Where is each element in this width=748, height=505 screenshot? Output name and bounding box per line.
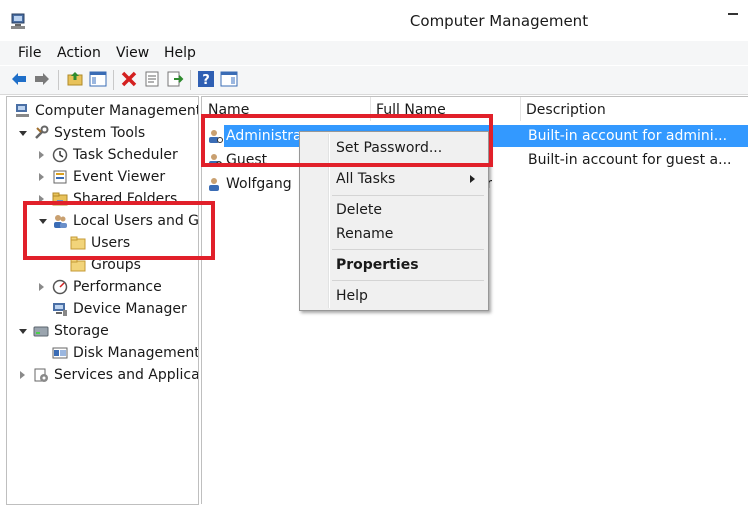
tree-item-task-scheduler[interactable]: Task Scheduler: [7, 145, 197, 167]
up-folder-icon[interactable]: [66, 70, 84, 88]
cell-description: Built-in account for admini...: [528, 128, 728, 144]
tree-label: Task Scheduler: [73, 147, 178, 163]
menu-action[interactable]: Action: [57, 45, 101, 61]
tree-label: Event Viewer: [73, 169, 166, 185]
tree-item-performance[interactable]: Performance: [7, 277, 197, 299]
services-icon: [34, 368, 48, 382]
title-bar: Computer Management: [0, 0, 748, 40]
menu-view[interactable]: View: [116, 45, 149, 61]
expand-arrow-icon[interactable]: [20, 371, 25, 379]
computer-management-icon: [16, 104, 29, 117]
show-hide-tree-icon[interactable]: [89, 70, 107, 88]
storage-icon: [33, 326, 49, 337]
menu-item-help[interactable]: Help: [302, 284, 486, 308]
disk-management-icon: [52, 347, 68, 359]
device-manager-icon: [53, 303, 67, 316]
menu-separator: [332, 195, 484, 196]
show-hide-action-pane-icon[interactable]: [220, 70, 238, 88]
tree-item-disk-management[interactable]: Disk Management: [7, 343, 199, 365]
column-header-description[interactable]: Description: [520, 97, 748, 121]
svg-text:?: ?: [202, 73, 210, 88]
submenu-arrow-icon: [470, 175, 475, 183]
console-tree[interactable]: Computer Management System Tools Task Sc…: [6, 96, 199, 505]
back-arrow-icon[interactable]: [10, 70, 28, 88]
user-icon: [209, 178, 219, 191]
menu-separator: [332, 249, 484, 250]
cell-description: Built-in account for guest a...: [528, 152, 732, 168]
menu-item-rename[interactable]: Rename: [302, 222, 486, 246]
minimize-icon: [728, 13, 738, 15]
menu-file[interactable]: File: [18, 45, 41, 61]
tree-item-storage[interactable]: Storage: [7, 321, 197, 343]
performance-icon: [52, 279, 68, 295]
highlight-box-set-password: [201, 114, 493, 167]
help-icon[interactable]: ?: [197, 70, 215, 88]
menu-help[interactable]: Help: [164, 45, 196, 61]
expand-arrow-icon[interactable]: [39, 283, 44, 291]
tree-label: Computer Management: [35, 103, 199, 119]
tree-label: Device Manager: [73, 301, 187, 317]
tree-label: System Tools: [54, 125, 146, 141]
clock-icon: [52, 147, 68, 163]
delete-icon[interactable]: [120, 70, 138, 88]
expand-arrow-icon[interactable]: [39, 151, 44, 159]
menu-item-all-tasks[interactable]: All Tasks: [302, 167, 486, 191]
properties-icon[interactable]: [143, 70, 161, 88]
tree-label: Performance: [73, 279, 162, 295]
tree-label: Disk Management: [73, 345, 199, 361]
toolbar: ?: [0, 66, 748, 95]
tools-icon: [35, 125, 49, 139]
tree-item-system-tools[interactable]: System Tools: [7, 123, 197, 145]
tree-label: Storage: [54, 323, 109, 339]
menu-item-delete[interactable]: Delete: [302, 198, 486, 222]
menu-item-properties[interactable]: Properties: [302, 253, 486, 277]
tree-item-computer-management[interactable]: Computer Management: [7, 101, 199, 123]
window-title: Computer Management: [409, 12, 589, 30]
tree-item-event-viewer[interactable]: Event Viewer: [7, 167, 197, 189]
expand-arrow-icon[interactable]: [39, 173, 44, 181]
tree-item-services-and-applications[interactable]: Services and Applicat: [7, 365, 199, 387]
menu-separator: [332, 280, 484, 281]
toolbar-separator: [113, 70, 114, 90]
forward-arrow-icon[interactable]: [33, 70, 51, 88]
highlight-box-local-users: [23, 201, 215, 260]
cell-name: Wolfgang: [226, 176, 292, 192]
tree-item-device-manager[interactable]: Device Manager: [7, 299, 197, 321]
expand-arrow-icon[interactable]: [19, 131, 27, 136]
menu-bar: File Action View Help: [0, 41, 748, 65]
minimize-button[interactable]: [718, 0, 748, 22]
tree-label: Services and Applicat: [54, 367, 199, 383]
export-list-icon[interactable]: [166, 70, 184, 88]
toolbar-separator: [190, 70, 191, 90]
event-log-icon: [53, 170, 67, 184]
expand-arrow-icon[interactable]: [19, 329, 27, 334]
toolbar-separator: [58, 70, 59, 90]
